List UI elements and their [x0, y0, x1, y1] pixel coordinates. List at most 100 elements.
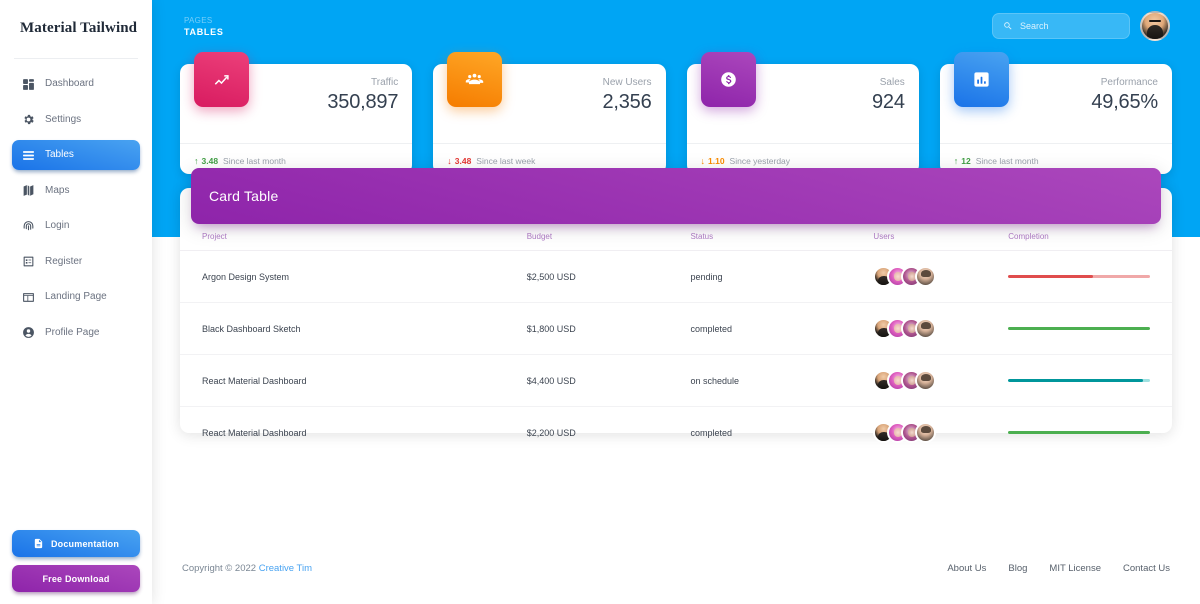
divider: [180, 143, 413, 144]
arrow-down-icon: ↓: [700, 155, 706, 166]
stat-delta-value: 12: [961, 156, 971, 166]
sidebar-footer-actions: Documentation Free Download: [0, 530, 152, 604]
sidebar-item-label: Maps: [45, 184, 70, 196]
navbar-right: [992, 11, 1170, 41]
cell-status: completed: [690, 427, 732, 438]
cell-completion: [1008, 250, 1172, 303]
search-input[interactable]: [1020, 21, 1119, 31]
cell-completion: [1008, 354, 1172, 407]
table-head: Project Budget Status Users Completion: [180, 226, 1172, 251]
cell-completion: [1008, 407, 1172, 459]
form-icon: [21, 255, 35, 269]
column-header-completion[interactable]: Completion: [1008, 226, 1172, 251]
content-wrapper: PAGES TABLES Search Traffic 350,897 ↑ 3.…: [152, 0, 1200, 443]
table-row[interactable]: React Material Dashboard $4,400 USD on s…: [180, 354, 1172, 407]
footer-link-blog[interactable]: Blog: [1008, 563, 1027, 574]
card-table: Card Table Project Budget Status Users C…: [180, 168, 1172, 443]
trending-up-icon: [212, 70, 231, 89]
sidebar-item-label: Settings: [45, 113, 82, 125]
sidebar-item-login[interactable]: Login: [12, 211, 140, 241]
cell-users: [873, 250, 1009, 303]
cell-status: on schedule: [690, 354, 874, 407]
sidebar: Material Tailwind Dashboard Settings Tab: [0, 0, 152, 604]
column-header-budget[interactable]: Budget: [526, 226, 691, 251]
footer-link-mit-license[interactable]: MIT License: [1049, 563, 1101, 574]
progress-bar-fill: [1008, 379, 1143, 382]
column-header-project[interactable]: Project: [180, 226, 527, 251]
creative-tim-link[interactable]: Creative Tim: [259, 563, 312, 574]
group-icon: [465, 70, 484, 89]
stat-card-traffic: Traffic 350,897 ↑ 3.48 Since last month: [180, 52, 413, 174]
page-title: TABLES: [184, 26, 224, 37]
fingerprint-icon: [21, 219, 35, 233]
sidebar-item-landing-page[interactable]: Landing Page: [12, 282, 140, 312]
documentation-button[interactable]: Documentation: [12, 530, 140, 557]
sidebar-item-maps[interactable]: Maps: [12, 176, 140, 206]
breadcrumb-parent[interactable]: PAGES: [184, 16, 224, 25]
cell-budget: $4,400 USD: [526, 354, 691, 407]
cell-budget: $2,500 USD: [526, 250, 691, 303]
cell-users: [873, 302, 1009, 355]
cell-project: Black Dashboard Sketch: [180, 302, 527, 355]
stat-period: Since last week: [476, 156, 536, 166]
stat-label: Sales: [879, 77, 905, 88]
avatar[interactable]: [915, 318, 937, 339]
dashboard-icon: [21, 77, 35, 91]
progress-bar-fill: [1008, 275, 1094, 278]
progress-bar: [1008, 379, 1150, 382]
sidebar-item-dashboard[interactable]: Dashboard: [12, 69, 140, 99]
table-row[interactable]: Argon Design System $2,500 USD pending: [180, 250, 1172, 303]
top-navbar: PAGES TABLES: [180, 0, 1172, 52]
card-table-header: Card Table: [191, 168, 1161, 224]
stat-delta-value: 3.48: [454, 156, 472, 166]
stat-card-new-users: New Users 2,356 ↓ 3.48 Since last week: [433, 52, 666, 174]
person-icon: [21, 326, 35, 340]
table-body: Argon Design System $2,500 USD pending B…: [180, 250, 1172, 459]
divider: [686, 143, 919, 144]
free-download-button[interactable]: Free Download: [12, 565, 140, 592]
footer-link-contact-us[interactable]: Contact Us: [1123, 563, 1170, 574]
table-row[interactable]: Black Dashboard Sketch $1,800 USD comple…: [180, 302, 1172, 355]
copyright: Copyright © 2022 Creative Tim: [182, 563, 312, 574]
table-header-row: Project Budget Status Users Completion: [180, 226, 1172, 251]
column-header-status[interactable]: Status: [690, 226, 874, 251]
stat-icon-wrapper: [953, 52, 1009, 107]
table-row[interactable]: React Material Dashboard $2,200 USD comp…: [180, 407, 1172, 459]
card-table-title: Card Table: [209, 188, 279, 204]
avatar[interactable]: [915, 266, 937, 287]
footer-link-about-us[interactable]: About Us: [947, 563, 986, 574]
progress-bar-fill: [1008, 431, 1150, 434]
search-box[interactable]: [992, 13, 1130, 39]
stat-card-sales: Sales 924 ↓ 1.10 Since yesterday: [686, 52, 919, 174]
sidebar-item-settings[interactable]: Settings: [12, 105, 140, 135]
arrow-down-icon: ↓: [447, 155, 452, 166]
stat-period: Since last month: [223, 156, 286, 166]
stat-delta: ↑ 3.48: [194, 156, 218, 166]
progress-bar: [1008, 327, 1150, 330]
sidebar-item-tables[interactable]: Tables: [12, 140, 140, 170]
avatar[interactable]: [915, 370, 937, 391]
sidebar-item-register[interactable]: Register: [12, 247, 140, 277]
cell-project: React Material Dashboard: [180, 354, 527, 407]
stat-footer: ↑ 12 Since last month: [954, 156, 1039, 166]
stat-value: 2,356: [602, 91, 652, 113]
app-root: Material Tailwind Dashboard Settings Tab: [0, 0, 1200, 604]
avatar[interactable]: [915, 422, 937, 443]
stat-delta: ↑ 12: [954, 156, 971, 166]
table-rows-icon: [21, 148, 35, 162]
sidebar-nav: Dashboard Settings Tables Maps Login Reg…: [0, 59, 152, 351]
progress-bar-fill: [1008, 327, 1150, 330]
sidebar-item-profile-page[interactable]: Profile Page: [12, 318, 140, 348]
sidebar-item-label: Profile Page: [45, 326, 100, 338]
user-avatar[interactable]: [1140, 11, 1170, 41]
column-header-users[interactable]: Users: [873, 226, 1009, 251]
stat-icon-wrapper: [194, 52, 249, 107]
page-footer: Copyright © 2022 Creative Tim About Us B…: [152, 532, 1200, 604]
sidebar-item-label: Dashboard: [45, 78, 94, 89]
map-icon: [21, 184, 35, 198]
arrow-up-icon: ↑: [953, 155, 959, 166]
progress-bar: [1008, 275, 1150, 278]
sidebar-item-label: Landing Page: [45, 291, 107, 302]
bar-chart-icon: [972, 70, 991, 89]
cell-status: completed: [690, 302, 874, 355]
